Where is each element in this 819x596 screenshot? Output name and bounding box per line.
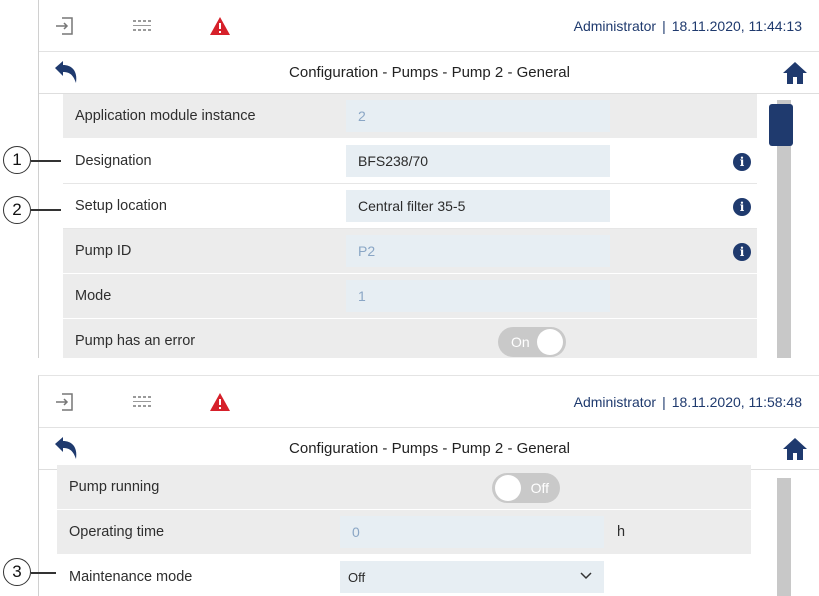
title-bar: Configuration - Pumps - Pump 2 - General [39, 52, 819, 94]
settings-list: Pump running Off Operating time 0 h Main… [57, 465, 751, 596]
warning-icon[interactable] [209, 15, 231, 37]
login-icon[interactable] [54, 15, 76, 37]
row-label: Operating time [69, 524, 165, 540]
row-label: Setup location [75, 198, 167, 214]
mode-field: 1 [346, 280, 610, 312]
designation-field[interactable]: BFS238/70 [346, 145, 610, 177]
keypad-icon[interactable] [131, 391, 153, 413]
unit-label: h [617, 524, 626, 540]
setup-location-field[interactable]: Central filter 35-5 [346, 190, 610, 222]
toggle-knob [495, 475, 521, 501]
home-icon[interactable] [782, 60, 808, 86]
selected-value: Off [348, 570, 366, 585]
row-maintenance-mode: Maintenance mode Off [57, 555, 751, 596]
date-time: 18.11.2020, 11:58:48 [671, 394, 802, 410]
title-bar: Configuration - Pumps - Pump 2 - General [39, 428, 819, 470]
row-label: Pump has an error [75, 333, 196, 349]
callout-leader-3 [31, 572, 56, 574]
callout-leader-1 [31, 160, 61, 162]
chevron-down-icon [580, 572, 592, 580]
application-module-instance-field: 2 [346, 100, 610, 132]
pump-running-toggle[interactable]: Off [492, 473, 560, 503]
row-pump-has-an-error: Pump has an error On [63, 319, 757, 358]
page-title: Configuration - Pumps - Pump 2 - General [289, 440, 570, 457]
row-label: Pump running [69, 479, 160, 495]
row-pump-id: Pump ID P2 i [63, 229, 757, 274]
maintenance-mode-select[interactable]: Off [340, 561, 604, 593]
row-label: Mode [75, 288, 112, 304]
row-mode: Mode 1 [63, 274, 757, 319]
status-text: Administrator | 18.11.2020, 11:44:13 [573, 18, 802, 34]
scrollbar-thumb[interactable] [769, 104, 793, 146]
date-time: 18.11.2020, 11:44:13 [671, 18, 802, 34]
scrollbar-track[interactable] [777, 478, 791, 596]
row-pump-running: Pump running Off [57, 465, 751, 510]
info-icon[interactable]: i [733, 243, 751, 261]
status-bar: Administrator | 18.11.2020, 11:44:13 [39, 0, 819, 52]
pump-id-field: P2 [346, 235, 610, 267]
pump-error-toggle[interactable]: On [498, 327, 566, 357]
user-name: Administrator [573, 394, 657, 410]
user-name: Administrator [573, 18, 657, 34]
row-setup-location: Setup location Central filter 35-5 i [63, 184, 757, 229]
row-label: Pump ID [75, 243, 132, 259]
row-application-module-instance: Application module instance 2 [63, 94, 757, 139]
callout-1: 1 [3, 146, 31, 174]
settings-list: Application module instance 2 Designatio… [63, 94, 757, 358]
callout-3: 3 [3, 558, 31, 586]
toggle-state: On [511, 334, 530, 350]
row-label: Maintenance mode [69, 569, 193, 585]
row-operating-time: Operating time 0 h [57, 510, 751, 555]
row-label: Designation [75, 153, 152, 169]
status-bar: Administrator | 18.11.2020, 11:58:48 [39, 376, 819, 428]
status-text: Administrator | 18.11.2020, 11:58:48 [573, 394, 802, 410]
row-label: Application module instance [75, 108, 256, 124]
toggle-knob [537, 329, 563, 355]
info-icon[interactable]: i [733, 198, 751, 216]
warning-icon[interactable] [209, 391, 231, 413]
operating-time-field: 0 [340, 516, 604, 548]
page-title: Configuration - Pumps - Pump 2 - General [289, 64, 570, 81]
row-designation: Designation BFS238/70 i [63, 139, 757, 184]
keypad-icon[interactable] [131, 15, 153, 37]
callout-leader-2 [31, 209, 61, 211]
toggle-state: Off [530, 480, 549, 496]
home-icon[interactable] [782, 436, 808, 462]
screen-2: Administrator | 18.11.2020, 11:58:48 Confi… [38, 375, 819, 596]
screen-1: Administrator | 18.11.2020, 11:44:13 Confi… [38, 0, 819, 358]
login-icon[interactable] [54, 391, 76, 413]
info-icon[interactable]: i [733, 153, 751, 171]
callout-2: 2 [3, 196, 31, 224]
